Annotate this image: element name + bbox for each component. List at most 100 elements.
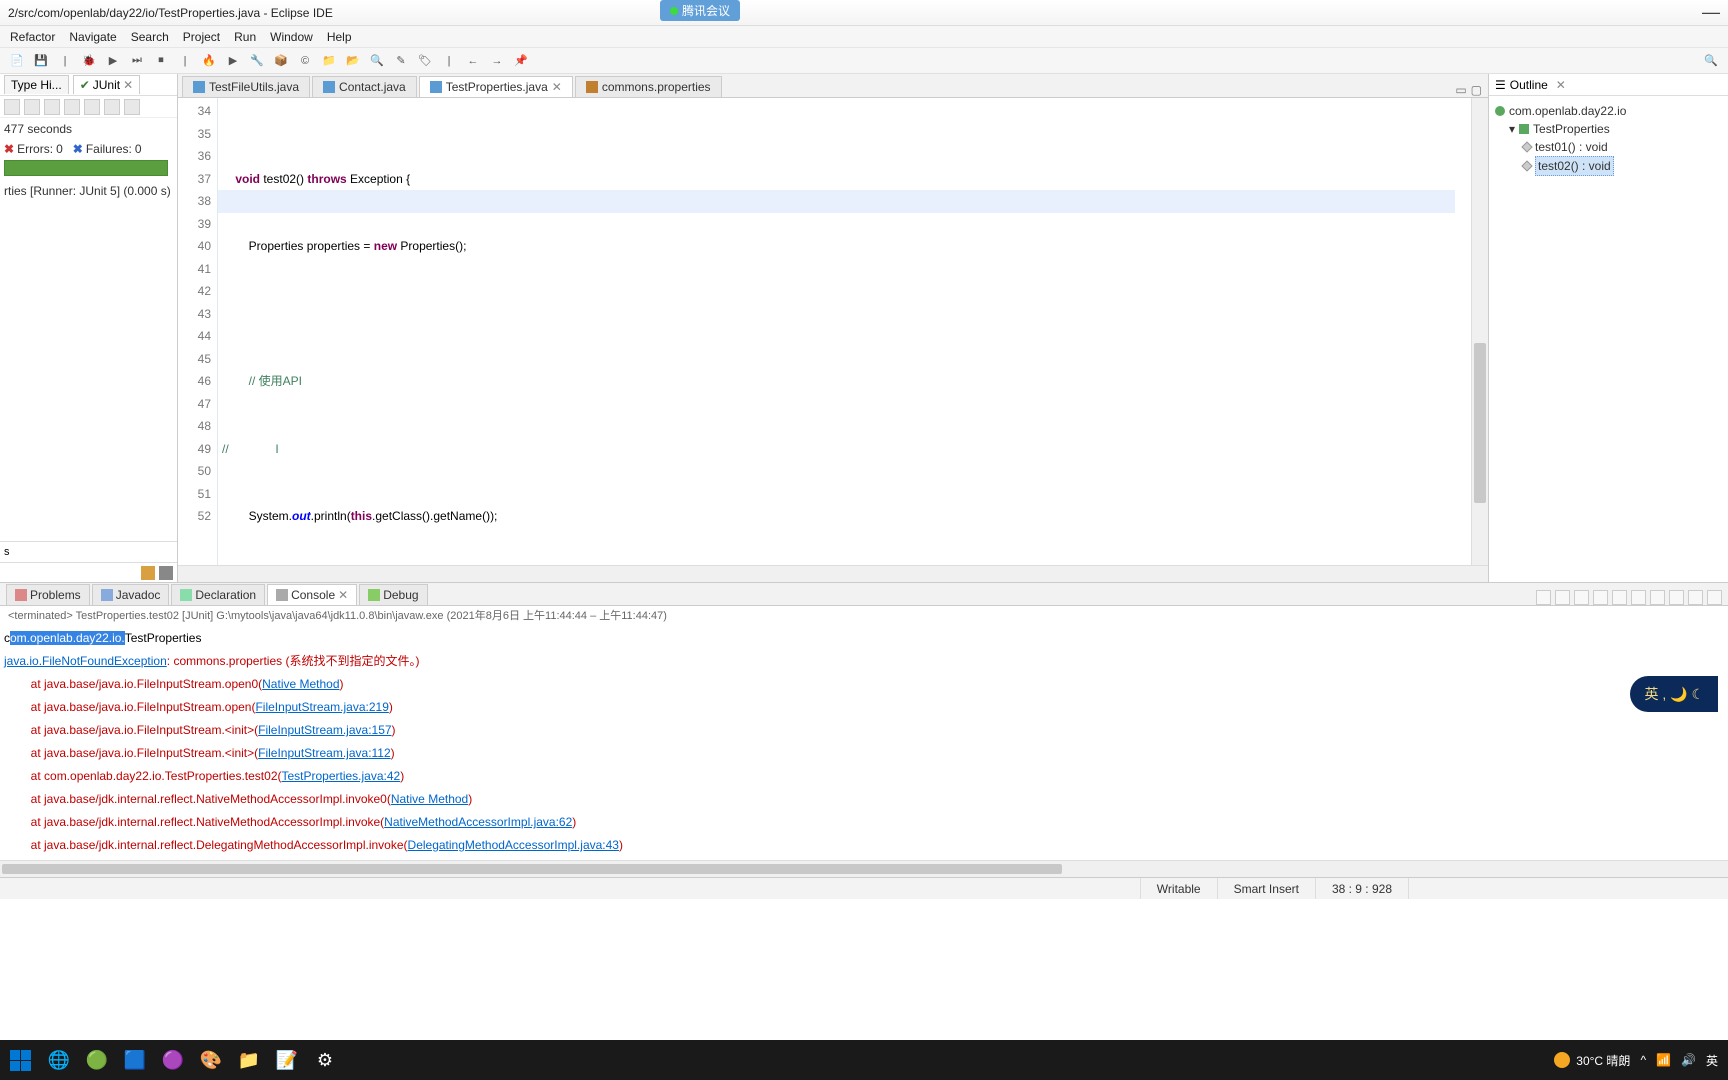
stacktrace-link[interactable]: DelegatingMethodAccessorImpl.java:43: [408, 838, 619, 852]
ime-tray-icon[interactable]: 英: [1706, 1052, 1718, 1069]
stop-icon[interactable]: ⏹: [152, 52, 170, 70]
close-icon[interactable]: ✕: [123, 78, 133, 92]
debug-icon[interactable]: 🐞: [80, 52, 98, 70]
close-icon[interactable]: ✕: [1556, 78, 1566, 92]
minimize-button[interactable]: —: [1702, 2, 1720, 23]
pin-icon[interactable]: 📌: [512, 52, 530, 70]
clear-console-icon[interactable]: [1536, 590, 1551, 605]
menu-refactor[interactable]: Refactor: [10, 30, 55, 44]
stacktrace-link[interactable]: NativeMethodAccessorImpl.java:62: [384, 815, 572, 829]
pin-console-icon[interactable]: [1631, 590, 1646, 605]
wand-icon[interactable]: ✎: [392, 52, 410, 70]
app1-icon[interactable]: 🟦: [116, 1041, 154, 1079]
stacktrace-link[interactable]: FileInputStream.java:112: [258, 746, 391, 760]
stacktrace-link[interactable]: FileInputStream.java:157: [258, 723, 391, 737]
weather-widget[interactable]: 30°C 晴朗: [1554, 1052, 1630, 1069]
runl-icon[interactable]: ▶: [224, 52, 242, 70]
tab-javadoc[interactable]: Javadoc: [92, 584, 170, 605]
app3-icon[interactable]: ⚙: [306, 1041, 344, 1079]
code-editor[interactable]: 34353637383940414243444546474849505152 v…: [178, 98, 1488, 565]
class-icon[interactable]: ©: [296, 52, 314, 70]
new-icon[interactable]: 📄: [8, 52, 26, 70]
console-output[interactable]: com.openlab.day22.io.TestProperties java…: [0, 624, 1728, 860]
quick-search-icon[interactable]: 🔍: [1702, 52, 1720, 70]
word-wrap-icon[interactable]: [1612, 590, 1627, 605]
folder-icon[interactable]: 📁: [320, 52, 338, 70]
outline-package[interactable]: com.openlab.day22.io: [1495, 102, 1722, 120]
min-view-icon[interactable]: [1688, 590, 1703, 605]
compare-icon[interactable]: [141, 566, 155, 580]
tab-testfileutils[interactable]: TestFileUtils.java: [182, 76, 310, 97]
meeting-badge[interactable]: 腾讯会议: [660, 0, 740, 21]
back-icon[interactable]: ←: [464, 52, 482, 70]
notepad-icon[interactable]: 📝: [268, 1041, 306, 1079]
close-icon[interactable]: ✕: [552, 80, 562, 94]
volume-icon[interactable]: 🔊: [1681, 1053, 1696, 1067]
max-view-icon[interactable]: [1707, 590, 1722, 605]
outline-class[interactable]: ▾ TestProperties: [1495, 120, 1722, 138]
menu-help[interactable]: Help: [327, 30, 352, 44]
menu-run[interactable]: Run: [234, 30, 256, 44]
save-icon[interactable]: 💾: [32, 52, 50, 70]
tab-type-hierarchy[interactable]: Type Hi...: [4, 75, 69, 94]
minimize-view-icon[interactable]: ▭: [1455, 83, 1466, 97]
fwd-icon[interactable]: →: [488, 52, 506, 70]
skip-icon[interactable]: ⏭: [128, 52, 146, 70]
menu-icon[interactable]: [124, 99, 140, 115]
exception-link[interactable]: java.io.FileNotFoundException: [4, 654, 167, 668]
scroll-thumb[interactable]: [2, 864, 1062, 874]
tray-up-icon[interactable]: ^: [1640, 1053, 1646, 1067]
collapse-icon[interactable]: [104, 99, 120, 115]
chrome-icon[interactable]: 🟢: [78, 1041, 116, 1079]
stacktrace-link[interactable]: Native Method: [262, 677, 339, 691]
maximize-view-icon[interactable]: ▢: [1471, 83, 1482, 97]
search-icon[interactable]: 🔍: [368, 52, 386, 70]
explorer-icon[interactable]: 📁: [230, 1041, 268, 1079]
tab-junit[interactable]: ✔JUnit✕: [73, 75, 140, 94]
tab-testproperties[interactable]: TestProperties.java✕: [419, 76, 573, 97]
tab-debug[interactable]: Debug: [359, 584, 427, 605]
remove-all-icon[interactable]: [1574, 590, 1589, 605]
outline-method-2[interactable]: test02() : void: [1495, 156, 1722, 176]
rerun-fail-icon[interactable]: [24, 99, 40, 115]
eclipse-icon[interactable]: 🟣: [154, 1041, 192, 1079]
editor-hscrollbar[interactable]: [178, 565, 1488, 582]
pkg-icon[interactable]: 📦: [272, 52, 290, 70]
tab-contact[interactable]: Contact.java: [312, 76, 417, 97]
history-icon[interactable]: [64, 99, 80, 115]
menu-navigate[interactable]: Navigate: [69, 30, 116, 44]
tab-declaration[interactable]: Declaration: [171, 584, 265, 605]
outline-method-1[interactable]: test01() : void: [1495, 138, 1722, 156]
menu-project[interactable]: Project: [183, 30, 220, 44]
menu-window[interactable]: Window: [270, 30, 313, 44]
filter-icon[interactable]: [159, 566, 173, 580]
console-hscrollbar[interactable]: [0, 860, 1728, 877]
tab-console[interactable]: Console✕: [267, 584, 357, 605]
wifi-icon[interactable]: 📶: [1656, 1053, 1671, 1067]
stop-icon[interactable]: [44, 99, 60, 115]
scroll-thumb[interactable]: [1474, 343, 1486, 503]
app2-icon[interactable]: 🎨: [192, 1041, 230, 1079]
scroll-lock-icon[interactable]: [1593, 590, 1608, 605]
run-icon[interactable]: ▶: [104, 52, 122, 70]
junit-tree[interactable]: rties [Runner: JUnit 5] (0.000 s): [4, 184, 173, 198]
edge-icon[interactable]: 🌐: [40, 1041, 78, 1079]
pin-icon[interactable]: [84, 99, 100, 115]
stacktrace-link[interactable]: Native Method: [391, 792, 468, 806]
stacktrace-link[interactable]: TestProperties.java:42: [281, 769, 400, 783]
tab-commons-properties[interactable]: commons.properties: [575, 76, 722, 97]
ext-icon[interactable]: 🔧: [248, 52, 266, 70]
open-icon[interactable]: 📂: [344, 52, 362, 70]
stacktrace-link[interactable]: FileInputStream.java:219: [255, 700, 388, 714]
editor-vscrollbar[interactable]: [1471, 98, 1488, 565]
menu-search[interactable]: Search: [131, 30, 169, 44]
remove-launch-icon[interactable]: [1555, 590, 1570, 605]
tag-icon[interactable]: 🏷: [416, 52, 434, 70]
open-console-icon[interactable]: [1669, 590, 1684, 605]
close-icon[interactable]: ✕: [338, 588, 348, 602]
tab-problems[interactable]: Problems: [6, 584, 90, 605]
display-icon[interactable]: [1650, 590, 1665, 605]
rerun-icon[interactable]: [4, 99, 20, 115]
code-content[interactable]: void test02() throws Exception { Propert…: [218, 98, 1471, 565]
coverage-icon[interactable]: 🔥: [200, 52, 218, 70]
